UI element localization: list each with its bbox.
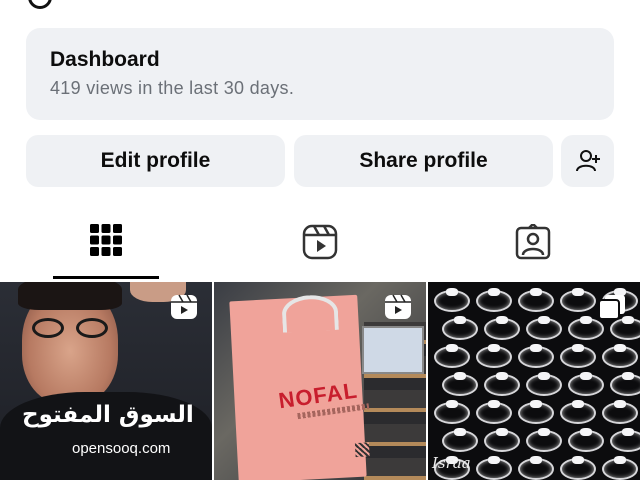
- dashboard-card[interactable]: Dashboard 419 views in the last 30 days.: [26, 28, 614, 120]
- edit-profile-button[interactable]: Edit profile: [26, 135, 285, 187]
- tab-reels[interactable]: [267, 208, 373, 280]
- partial-header: [28, 0, 52, 9]
- post-grid: السوق المفتوح opensooq.com NOFAL Israa: [0, 282, 640, 480]
- post-thumbnail[interactable]: Israa: [428, 282, 640, 480]
- reel-badge-icon: [171, 294, 197, 319]
- add-person-icon: [575, 150, 600, 172]
- active-tab-indicator: [53, 276, 159, 279]
- post-watermark: opensooq.com: [72, 440, 171, 457]
- grid-icon: [90, 224, 122, 256]
- post-overlay-text: السوق المفتوح: [22, 402, 194, 428]
- profile-tabs: [0, 208, 640, 280]
- post-signature: Israa: [432, 454, 471, 472]
- dashboard-subtitle: 419 views in the last 30 days.: [50, 78, 295, 98]
- post-image: NOFAL: [229, 293, 370, 480]
- carousel-badge-icon: [598, 295, 625, 320]
- tagged-icon: [515, 224, 551, 260]
- discover-people-button[interactable]: [561, 135, 614, 187]
- post-thumbnail[interactable]: السوق المفتوح opensooq.com: [0, 282, 212, 480]
- partial-icon: [28, 0, 52, 9]
- tab-posts[interactable]: [53, 208, 159, 280]
- tab-tagged[interactable]: [480, 208, 586, 280]
- share-profile-button[interactable]: Share profile: [294, 135, 553, 187]
- post-thumbnail[interactable]: NOFAL: [214, 282, 426, 480]
- reel-badge-icon: [385, 294, 411, 319]
- dashboard-title: Dashboard: [50, 48, 160, 71]
- reels-icon: [302, 224, 338, 260]
